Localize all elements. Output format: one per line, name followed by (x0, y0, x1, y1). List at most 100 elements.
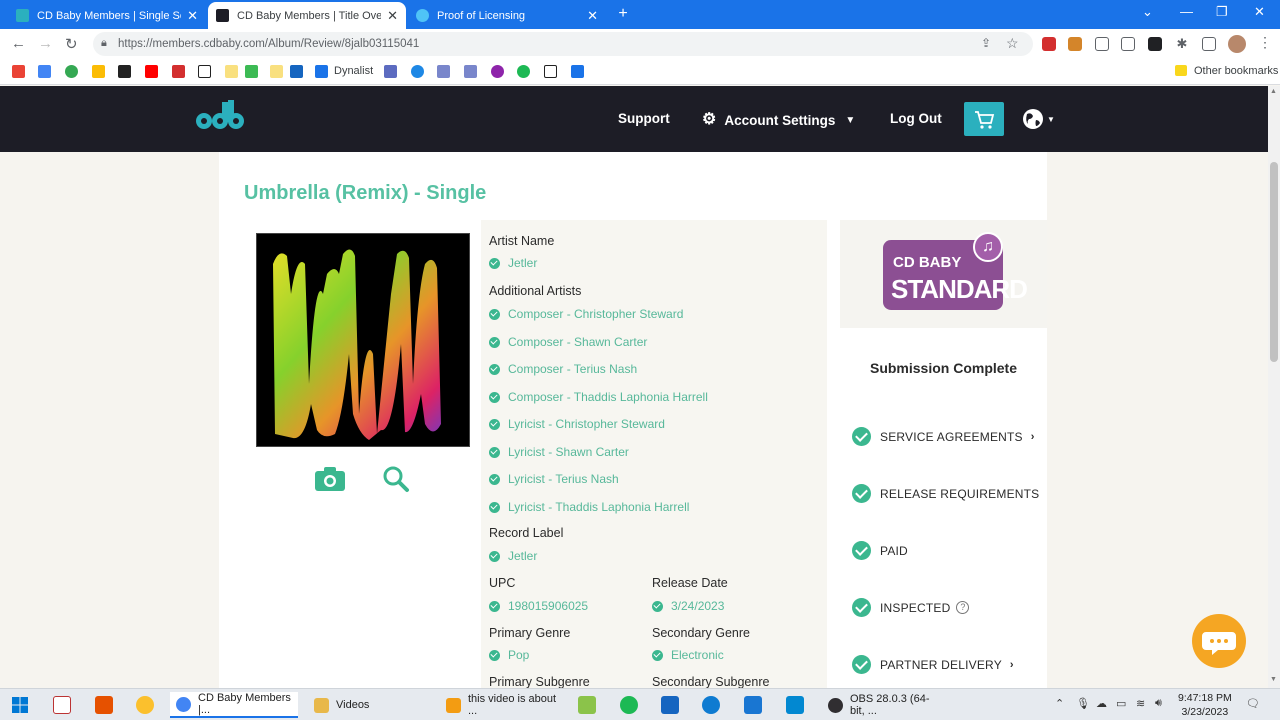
pen-extension-icon[interactable] (1095, 37, 1109, 51)
camera-icon[interactable] (314, 465, 346, 493)
messenger-bookmark-icon[interactable] (491, 65, 504, 78)
taskbar-obs[interactable]: OBS 28.0.3 (64-bit, ... (822, 692, 948, 718)
cloud-icon[interactable]: ☁ (1096, 697, 1107, 710)
scrollbar-thumb[interactable] (1270, 162, 1278, 362)
dynalist-bookmark[interactable]: Dynalist (334, 65, 373, 77)
teamviewer-icon[interactable] (702, 696, 720, 714)
help-icon[interactable]: ? (956, 601, 970, 614)
bookmark-icon[interactable] (384, 65, 397, 78)
amazon-bookmark-icon[interactable] (544, 65, 557, 78)
account-settings-menu[interactable]: ⚙ Account Settings ▼ (702, 111, 855, 129)
minimize-icon[interactable]: — (1180, 4, 1193, 19)
chat-button[interactable] (1192, 614, 1246, 668)
microphone-icon[interactable]: 🎙︎ (1076, 697, 1090, 710)
taskbar-document[interactable]: this video is about ... (440, 692, 564, 718)
cart-button[interactable] (964, 102, 1004, 136)
bookmark-star-icon[interactable]: ☆ (1006, 35, 1019, 52)
chevron-down-icon[interactable]: ▼ (1047, 115, 1055, 124)
bookmark-icon[interactable] (437, 65, 450, 78)
close-tab-icon[interactable]: ✕ (587, 8, 598, 24)
maps-bookmark-icon[interactable] (65, 65, 78, 78)
tab-single-song[interactable]: CD Baby Members | Single Song ✕ (8, 2, 206, 29)
step-partner-delivery[interactable]: PARTNER DELIVERY › (852, 655, 1014, 674)
scroll-up-icon[interactable]: ▲ (1270, 88, 1277, 95)
app-icon[interactable] (578, 696, 596, 714)
bookmark-icon[interactable] (245, 65, 258, 78)
puzzle-extensions-icon[interactable]: ✱ (1175, 37, 1189, 51)
reload-icon[interactable]: ↻ (65, 35, 78, 53)
cdbaby-standard-badge: CD BABY STANDARD ♫ (883, 232, 1028, 310)
network-icon[interactable]: ▭ (1116, 697, 1126, 710)
youtube-bookmark-icon[interactable] (145, 65, 158, 78)
taskbar-app-label: Videos (336, 699, 370, 711)
tab-search-icon[interactable]: ⌄ (1142, 4, 1153, 20)
spotify-bookmark-icon[interactable] (517, 65, 530, 78)
close-tab-icon[interactable]: ✕ (187, 8, 198, 24)
browser-menu-icon[interactable]: ⋮ (1258, 34, 1272, 51)
taskbar-videos[interactable]: Videos (308, 692, 430, 718)
address-bar[interactable]: 🔒︎ https://members.cdbaby.com/Album/Revi… (93, 32, 1033, 56)
wifi-icon[interactable]: ≋ (1136, 697, 1145, 710)
step-service-agreements[interactable]: SERVICE AGREEMENTS › (852, 427, 1035, 446)
volume-icon[interactable]: 🔊︎ (1155, 697, 1162, 710)
scroll-down-icon[interactable]: ▼ (1270, 676, 1277, 683)
dynalist-bookmark-icon[interactable] (315, 65, 328, 78)
tray-overflow-icon[interactable]: ⌃ (1055, 697, 1064, 710)
zoom-search-icon[interactable] (382, 465, 410, 493)
side-panel-icon[interactable] (1202, 37, 1216, 51)
tab-proof-of-licensing[interactable]: Proof of Licensing ✕ (408, 2, 606, 29)
taskbar-chrome[interactable]: CD Baby Members |... (170, 692, 298, 718)
notifications-icon[interactable]: 🗨︎ (1246, 697, 1260, 710)
extension-icon[interactable] (1121, 37, 1135, 51)
tab-title-overview[interactable]: CD Baby Members | Title Overvie ✕ (208, 2, 406, 29)
artist-name-label: Artist Name (489, 234, 555, 248)
search-app-icon[interactable] (136, 696, 154, 714)
page-scrollbar[interactable]: ▲ ▼ (1268, 86, 1280, 688)
bookmark-icon[interactable] (270, 65, 283, 78)
log-out-link[interactable]: Log Out (890, 111, 942, 126)
close-tab-icon[interactable]: ✕ (387, 8, 398, 24)
windows-start-icon[interactable] (11, 696, 29, 714)
bookmark-icon[interactable] (571, 65, 584, 78)
check-icon (652, 600, 663, 612)
app-icon[interactable] (786, 696, 804, 714)
share-icon[interactable]: ⇪ (981, 36, 991, 50)
system-clock[interactable]: 9:47:18 PM 3/23/2023 (1178, 691, 1232, 719)
app-icon[interactable] (744, 696, 762, 714)
gmail-bookmark-icon[interactable] (12, 65, 25, 78)
nav-support-link[interactable]: Support (618, 111, 670, 126)
bookmark-icon[interactable] (411, 65, 424, 78)
calendar-bookmark-icon[interactable] (38, 65, 51, 78)
spotify-icon[interactable] (620, 696, 638, 714)
globe-icon[interactable] (1022, 108, 1044, 130)
app-icon[interactable] (661, 696, 679, 714)
primary-genre-value: Pop (489, 648, 529, 662)
extension-icon[interactable] (1148, 37, 1162, 51)
new-tab-button[interactable]: + (614, 5, 632, 23)
bookmark-icon[interactable] (464, 65, 477, 78)
bookmark-icon[interactable] (225, 65, 238, 78)
bookmark-icon[interactable] (172, 65, 185, 78)
photos-bookmark-icon[interactable] (92, 65, 105, 78)
bookmark-icon[interactable] (290, 65, 303, 78)
app-icon[interactable] (95, 696, 113, 714)
check-icon (489, 600, 500, 612)
maximize-icon[interactable]: ❐ (1216, 4, 1228, 20)
check-icon (489, 418, 500, 430)
cdbaby-logo[interactable] (195, 98, 247, 132)
extension-icon[interactable] (1068, 37, 1082, 51)
url-text[interactable]: https://members.cdbaby.com/Album/Review/… (118, 38, 419, 50)
step-label: RELEASE REQUIREMENTS (880, 486, 1040, 501)
profile-avatar[interactable] (1228, 35, 1246, 53)
extension-icon[interactable] (1042, 37, 1056, 51)
close-window-icon[interactable]: ✕ (1254, 4, 1265, 20)
forward-icon[interactable]: → (38, 35, 53, 52)
list-item: Composer - Thaddis Laphonia Harrell (489, 390, 708, 404)
amazon-bookmark-icon[interactable] (198, 65, 211, 78)
bookmark-icon[interactable] (118, 65, 131, 78)
back-icon[interactable]: ← (11, 35, 26, 52)
app-icon[interactable] (53, 696, 71, 714)
other-bookmarks[interactable]: Other bookmarks (1194, 65, 1278, 77)
album-artwork[interactable] (256, 233, 470, 447)
primary-subgenre-label: Primary Subgenre (489, 675, 590, 689)
